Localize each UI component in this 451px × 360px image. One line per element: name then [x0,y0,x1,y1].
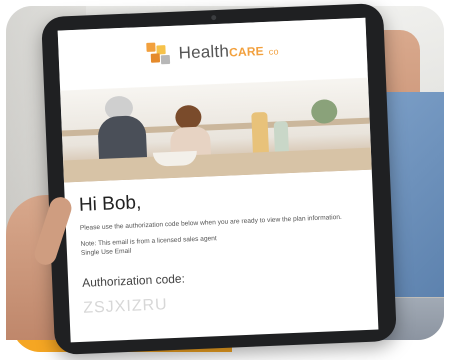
brand-name-main: Health [178,41,230,63]
brand-name: HealthCARE co [178,39,279,63]
tablet-screen: HealthCARE co Hi Bob, Please use the aut… [57,17,379,343]
hero-photo [60,77,372,183]
email-header: HealthCARE co [57,17,368,87]
email-body: Hi Bob, Please use the authorization cod… [79,183,369,318]
brand-name-suffix: co [268,46,279,57]
spaghetti-jar [251,111,270,157]
healthcare-logo-icon [146,42,173,67]
authorization-code[interactable]: ZSJXIZRU [83,288,369,318]
greeting: Hi Bob, [78,192,142,216]
authorization-label: Authorization code: [81,271,186,291]
tablet: HealthCARE co Hi Bob, Please use the aut… [41,2,397,356]
brand-name-care: CARE [228,44,265,60]
camera-icon [211,14,217,21]
